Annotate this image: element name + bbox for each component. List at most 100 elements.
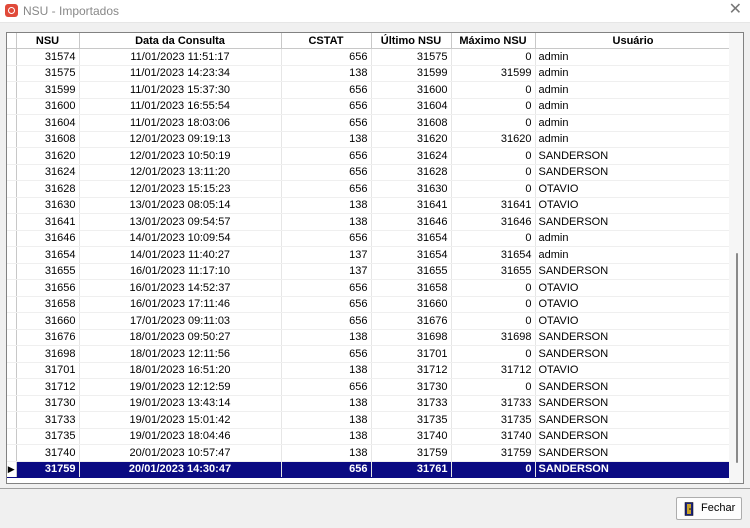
table-cell[interactable]: admin (535, 230, 732, 247)
table-row[interactable]: 31628 12/01/2023 15:15:23 656 31630 0 OTAVIO (7, 180, 732, 198)
table-cell[interactable]: 31733 (451, 395, 536, 412)
table-cell[interactable]: 31654 (451, 246, 536, 264)
table-cell[interactable]: 16/01/2023 14:52:37 (79, 279, 282, 297)
table-row[interactable]: 31641 13/01/2023 09:54:57 138 31646 31646 SAN… (7, 213, 732, 231)
table-cell[interactable]: 31733 (371, 395, 452, 412)
table-cell[interactable]: 12/01/2023 13:11:20 (79, 164, 282, 181)
table-row[interactable]: 31730 19/01/2023 13:43:14 138 31733 31733 SAN… (7, 395, 732, 412)
table-cell[interactable]: 12/01/2023 10:50:19 (79, 147, 282, 165)
table-cell[interactable]: SANDERSON (535, 345, 732, 363)
table-row[interactable]: 31646 14/01/2023 10:09:54 656 31654 0 admin (7, 230, 732, 247)
table-cell[interactable]: 31628 (371, 164, 452, 181)
table-cell[interactable]: 0 (451, 345, 536, 363)
table-cell[interactable]: 31730 (371, 378, 452, 396)
table-cell[interactable]: 138 (281, 131, 372, 148)
table-cell[interactable]: 31660 (16, 312, 80, 330)
table-cell[interactable]: 31575 (371, 48, 452, 66)
table-cell[interactable]: 31628 (16, 180, 80, 198)
table-cell[interactable]: 19/01/2023 13:43:14 (79, 395, 282, 412)
table-cell[interactable]: 31759 (371, 444, 452, 462)
table-cell[interactable]: 31676 (16, 329, 80, 346)
table-cell[interactable]: 656 (281, 279, 372, 297)
table-cell[interactable]: SANDERSON (535, 411, 732, 429)
table-row[interactable]: 31620 12/01/2023 10:50:19 656 31624 0 SANDERS… (7, 147, 732, 165)
table-cell[interactable]: 0 (451, 81, 536, 99)
table-cell[interactable]: 656 (281, 180, 372, 198)
table-cell[interactable]: 138 (281, 444, 372, 462)
table-row[interactable]: 31599 11/01/2023 15:37:30 656 31600 0 admin (7, 81, 732, 99)
table-cell[interactable]: 656 (281, 48, 372, 66)
table-cell[interactable]: 31574 (16, 48, 80, 66)
table-cell[interactable]: 31701 (371, 345, 452, 363)
table-cell[interactable]: 0 (451, 48, 536, 66)
table-cell[interactable]: 31660 (371, 296, 452, 313)
scrollbar-thumb[interactable] (736, 253, 738, 463)
table-row[interactable]: 31654 14/01/2023 11:40:27 137 31654 31654 adm… (7, 246, 732, 264)
table-cell[interactable]: OTAVIO (535, 312, 732, 330)
table-cell[interactable]: 12/01/2023 09:19:13 (79, 131, 282, 148)
table-cell[interactable]: 11/01/2023 15:37:30 (79, 81, 282, 99)
table-cell[interactable]: 656 (281, 296, 372, 313)
table-cell[interactable]: 138 (281, 411, 372, 429)
table-cell[interactable]: SANDERSON (535, 395, 732, 412)
table-cell[interactable]: 0 (451, 279, 536, 297)
table-cell[interactable]: 137 (281, 246, 372, 264)
column-header-nsu[interactable]: NSU (16, 33, 80, 49)
table-cell[interactable]: 31658 (16, 296, 80, 313)
table-cell[interactable]: 138 (281, 65, 372, 82)
table-cell[interactable]: 18/01/2023 09:50:27 (79, 329, 282, 346)
table-cell[interactable]: 0 (451, 378, 536, 396)
table-cell[interactable]: 31608 (371, 114, 452, 132)
table-cell[interactable]: 0 (451, 147, 536, 165)
table-cell[interactable]: OTAVIO (535, 197, 732, 214)
table-cell[interactable]: 31599 (371, 65, 452, 82)
table-cell[interactable]: 18/01/2023 12:11:56 (79, 345, 282, 363)
table-cell[interactable]: admin (535, 65, 732, 82)
table-cell[interactable]: 31608 (16, 131, 80, 148)
table-cell[interactable]: 31698 (371, 329, 452, 346)
table-cell[interactable]: 31599 (451, 65, 536, 82)
table-cell[interactable]: 18/01/2023 16:51:20 (79, 362, 282, 379)
table-cell[interactable]: 20/01/2023 14:30:47 (79, 461, 282, 478)
table-cell[interactable]: 31740 (451, 428, 536, 445)
table-cell[interactable]: 138 (281, 197, 372, 214)
table-cell[interactable]: 656 (281, 312, 372, 330)
table-cell[interactable]: 31698 (451, 329, 536, 346)
table-cell[interactable]: 20/01/2023 10:57:47 (79, 444, 282, 462)
table-cell[interactable]: 31740 (371, 428, 452, 445)
table-row[interactable]: 31712 19/01/2023 12:12:59 656 31730 0 SANDERS… (7, 378, 732, 396)
table-row[interactable]: 31698 18/01/2023 12:11:56 656 31701 0 SANDERS… (7, 345, 732, 363)
table-cell[interactable]: admin (535, 98, 732, 115)
table-cell[interactable]: 31712 (371, 362, 452, 379)
table-cell[interactable]: 0 (451, 296, 536, 313)
table-cell[interactable]: 16/01/2023 17:11:46 (79, 296, 282, 313)
column-header-data-consulta[interactable]: Data da Consulta (79, 33, 282, 49)
table-cell[interactable]: 31575 (16, 65, 80, 82)
table-cell[interactable]: 31646 (451, 213, 536, 231)
table-cell[interactable]: admin (535, 114, 732, 132)
table-row[interactable]: 31575 11/01/2023 14:23:34 138 31599 31599 adm… (7, 65, 732, 82)
table-row[interactable]: 31624 12/01/2023 13:11:20 656 31628 0 SANDERS… (7, 164, 732, 181)
table-cell[interactable]: 138 (281, 213, 372, 231)
fechar-button[interactable]: Fechar (676, 497, 742, 520)
table-cell[interactable]: 31676 (371, 312, 452, 330)
table-cell[interactable]: 31646 (16, 230, 80, 247)
table-cell[interactable]: 137 (281, 263, 372, 280)
table-cell[interactable]: SANDERSON (535, 329, 732, 346)
column-header-maximo-nsu[interactable]: Máximo NSU (451, 33, 536, 49)
nsu-grid[interactable]: NSU Data da Consulta CSTAT Último NSU Má… (6, 32, 744, 484)
table-cell[interactable]: 31604 (371, 98, 452, 115)
table-cell[interactable]: 31604 (16, 114, 80, 132)
table-cell[interactable]: 31701 (16, 362, 80, 379)
column-header-ultimo-nsu[interactable]: Último NSU (371, 33, 452, 49)
table-cell[interactable]: SANDERSON (535, 428, 732, 445)
table-cell[interactable]: admin (535, 48, 732, 66)
table-cell[interactable]: 31759 (16, 461, 80, 478)
table-cell[interactable]: 11/01/2023 11:51:17 (79, 48, 282, 66)
table-cell[interactable]: 31641 (451, 197, 536, 214)
table-row[interactable]: 31676 18/01/2023 09:50:27 138 31698 31698 SAN… (7, 329, 732, 346)
table-cell[interactable]: 31641 (371, 197, 452, 214)
table-cell[interactable]: SANDERSON (535, 213, 732, 231)
table-cell[interactable]: SANDERSON (535, 444, 732, 462)
close-button[interactable]: ✕ (729, 1, 742, 19)
